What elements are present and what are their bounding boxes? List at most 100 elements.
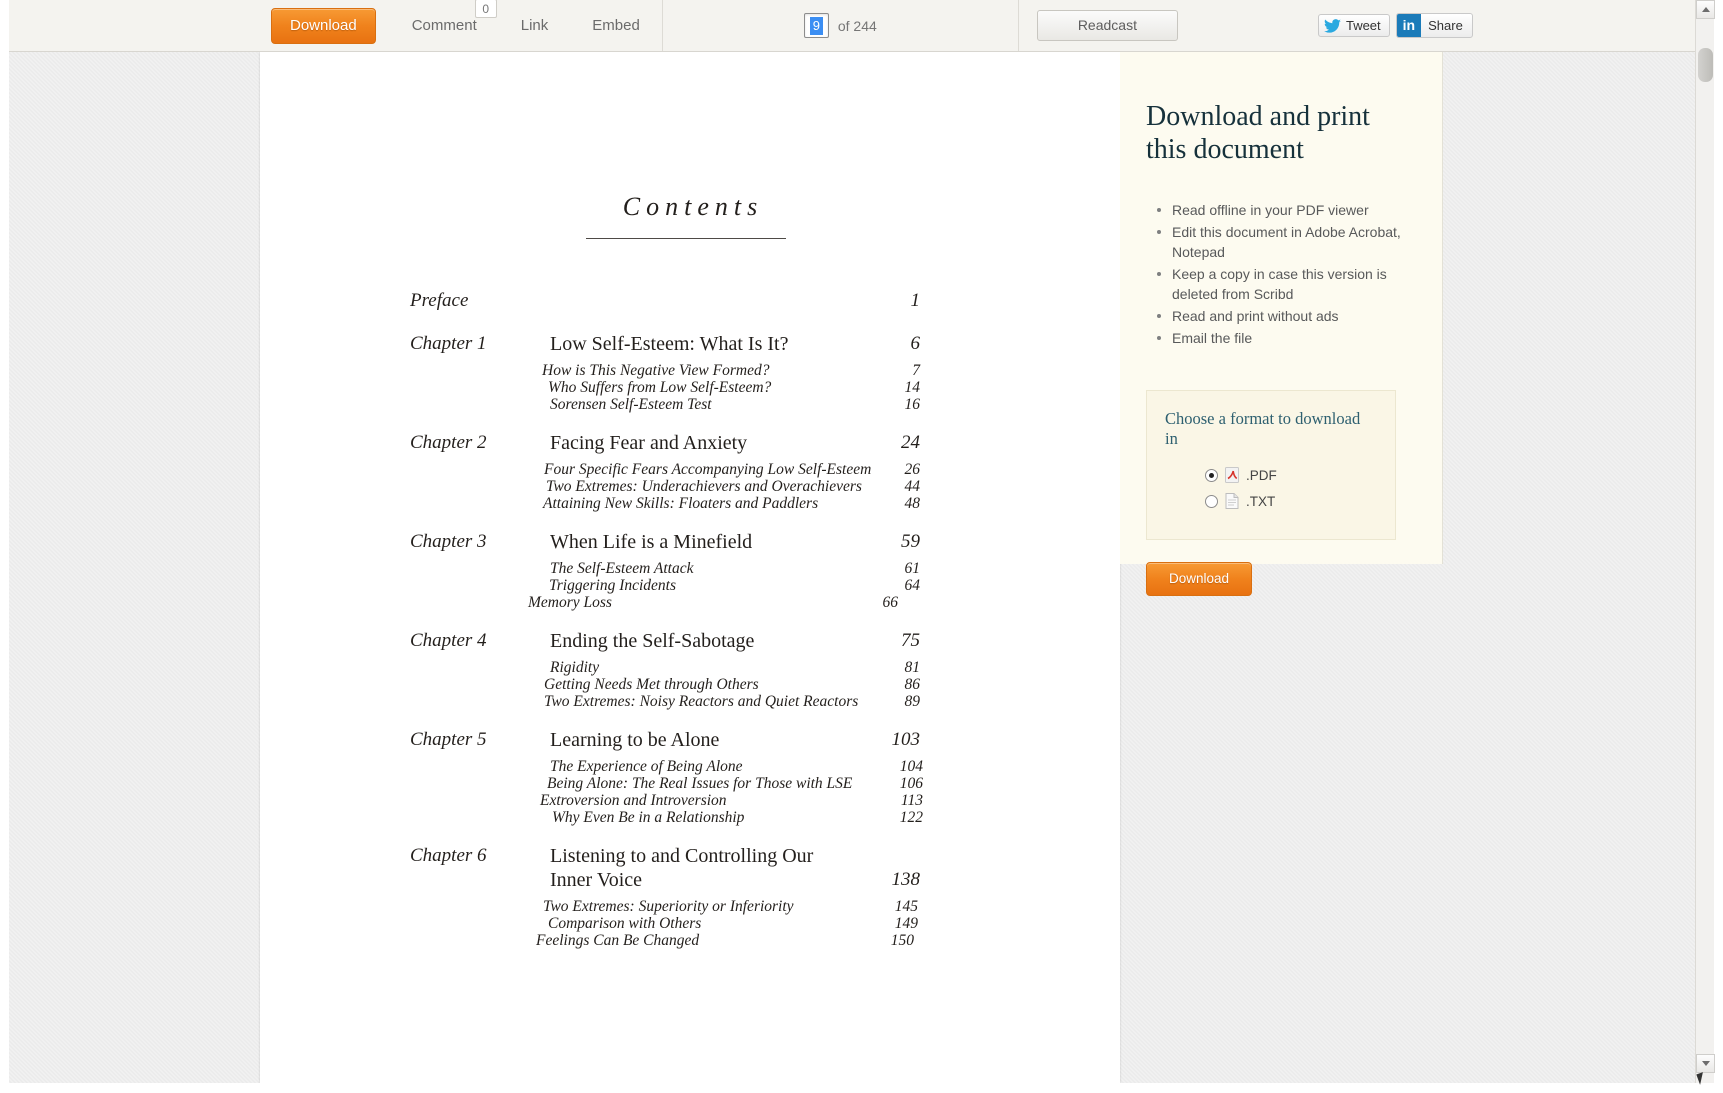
- toc-row: Two Extremes: Superiority or Inferiority…: [260, 898, 1120, 915]
- page-total-label: of 244: [837, 17, 877, 34]
- toc-section-title: Sorensen Self-Esteem Test: [550, 396, 712, 413]
- toc-chapter-title: Learning to be Alone: [550, 729, 720, 751]
- toc-row: Inner Voice 138: [260, 869, 1120, 893]
- scroll-down-button[interactable]: [1696, 1054, 1715, 1073]
- toc-chapter-label: Chapter 5: [410, 729, 487, 750]
- scrollbar-thumb[interactable]: [1698, 48, 1713, 82]
- toc-section-title: How is This Negative View Formed?: [542, 362, 770, 379]
- download-button-toolbar[interactable]: Download: [271, 7, 376, 44]
- toc-section-title: Being Alone: The Real Issues for Those w…: [547, 775, 853, 792]
- share-buttons: Tweet in Share: [1317, 13, 1473, 38]
- toc-row: Getting Needs Met through Others 86: [260, 676, 1120, 693]
- toc-chapter-page: 75: [901, 630, 920, 651]
- toc-chapter-title: Ending the Self-Sabotage: [550, 630, 755, 652]
- toc-section-page: 145: [894, 898, 918, 915]
- contents-heading: Contents: [260, 192, 1120, 222]
- toc-chapter-label: Chapter 4: [410, 630, 487, 651]
- toc-section-title: Memory Loss: [528, 594, 612, 611]
- toc-section-page: 104: [899, 758, 923, 775]
- page-navigation: 9 of 244: [663, 0, 1018, 51]
- pdf-file-icon: [1225, 467, 1239, 483]
- readcast-button[interactable]: Readcast: [1036, 10, 1178, 41]
- format-option-txt[interactable]: .TXT: [1205, 493, 1377, 509]
- toc-section-title: Comparison with Others: [548, 915, 702, 932]
- radio-button[interactable]: [1205, 468, 1218, 482]
- toc-section-page: 149: [894, 915, 918, 932]
- toc-chapter-label: Chapter 1: [410, 333, 487, 354]
- scroll-up-button[interactable]: [1696, 0, 1715, 19]
- toc-section-title: Why Even Be in a Relationship: [552, 809, 745, 826]
- browser-window: Download Comment 0 Link Embed 9 of 244 R…: [0, 0, 1723, 1093]
- toc-section-title: Two Extremes: Superiority or Inferiority: [543, 898, 794, 915]
- vertical-scrollbar[interactable]: [1695, 0, 1715, 1083]
- toc-section-page: 7: [912, 362, 920, 379]
- toc-section-page: 14: [904, 379, 921, 396]
- toc-row: Comparison with Others 149: [260, 915, 1120, 932]
- format-option-pdf[interactable]: .PDF: [1205, 467, 1377, 483]
- document-viewer[interactable]: Contents Preface 1 Chapter 1 Low Self-Estee…: [9, 52, 1695, 1083]
- linkedin-share-button[interactable]: in Share: [1395, 13, 1473, 38]
- window-bottom-margin: [0, 1083, 1723, 1093]
- toc-entry-label: Preface: [410, 290, 469, 311]
- toc-group-chapter-3: Chapter 3 When Life is a Minefield 59 The S…: [260, 531, 1120, 611]
- tweet-button[interactable]: Tweet: [1317, 14, 1390, 37]
- toc-group-preface: Preface 1: [260, 290, 1120, 314]
- chevron-down-icon: [1701, 1061, 1710, 1066]
- contents-heading-rule: [586, 238, 786, 239]
- toc-section-title: Four Specific Fears Accompanying Low Sel…: [544, 461, 872, 478]
- toc-chapter-title: Low Self-Esteem: What Is It?: [550, 333, 789, 355]
- download-benefit-item: Read and print without ads: [1156, 306, 1414, 326]
- toc-row: Four Specific Fears Accompanying Low Sel…: [260, 461, 1120, 478]
- download-panel-title: Download and print this document: [1146, 101, 1370, 165]
- toc-section-title: The Experience of Being Alone: [550, 758, 743, 775]
- toc-section-page: 48: [904, 495, 921, 512]
- toc-row: Chapter 1 Low Self-Esteem: What Is It? 6: [260, 333, 1120, 357]
- embed-button[interactable]: Embed: [570, 8, 662, 43]
- toc-section-title: Feelings Can Be Changed: [536, 932, 700, 949]
- toc-chapter-page: 103: [891, 729, 921, 750]
- comment-button[interactable]: Comment 0: [390, 0, 499, 43]
- document-page: Contents Preface 1 Chapter 1 Low Self-Estee…: [260, 52, 1120, 1083]
- format-chooser-heading: Choose a format to download in: [1165, 409, 1361, 448]
- page-number-value: 9: [809, 16, 823, 35]
- toc-chapter-title: Facing Fear and Anxiety: [550, 432, 748, 454]
- toc-row: How is This Negative View Formed? 7: [260, 362, 1120, 379]
- toc-group-chapter-1: Chapter 1 Low Self-Esteem: What Is It? 6 Ho…: [260, 333, 1120, 413]
- toc-chapter-page: 24: [901, 432, 920, 453]
- toc-chapter-label: Chapter 2: [410, 432, 487, 453]
- toc-section-page: 26: [904, 461, 921, 478]
- tweet-label: Tweet: [1345, 18, 1381, 33]
- format-option-label: .TXT: [1246, 493, 1276, 509]
- toc-chapter-label: Chapter 6: [410, 845, 487, 866]
- toc-section-title: Extroversion and Introversion: [540, 792, 727, 809]
- toc-section-title: Who Suffers from Low Self-Esteem?: [548, 379, 772, 396]
- toc-row: Rigidity 81: [260, 659, 1120, 676]
- download-benefits-list: Read offline in your PDF viewer Edit this…: [1156, 200, 1414, 348]
- page-content: Contents Preface 1 Chapter 1 Low Self-Estee…: [260, 52, 1120, 1083]
- toc-chapter-label: Chapter 3: [410, 531, 487, 552]
- toc-row: Sorensen Self-Esteem Test 16: [260, 396, 1120, 413]
- page-number-input[interactable]: 9: [803, 13, 829, 38]
- link-button[interactable]: Link: [499, 8, 571, 43]
- download-benefit-item: Email the file: [1156, 328, 1414, 348]
- document-toolbar: Download Comment 0 Link Embed 9 of 244 R…: [9, 0, 1695, 52]
- toc-row: Triggering Incidents 64: [260, 577, 1120, 594]
- toc-section-page: 44: [904, 478, 921, 495]
- toc-section-title: The Self-Esteem Attack: [550, 560, 694, 577]
- toc-chapter-page: 6: [910, 333, 921, 354]
- linkedin-share-label: Share: [1428, 17, 1463, 33]
- toc-section-title: Rigidity: [550, 659, 600, 676]
- toc-entry-page: 1: [910, 290, 921, 311]
- toc-chapter-page: 59: [901, 531, 920, 552]
- radio-button[interactable]: [1205, 494, 1218, 508]
- toc-group-chapter-6: Chapter 6 Listening to and Controlling Ou…: [260, 845, 1120, 949]
- download-benefit-item: Keep a copy in case this version is dele…: [1156, 264, 1414, 304]
- toc-row: Chapter 2 Facing Fear and Anxiety 24: [260, 432, 1120, 456]
- format-chooser: Choose a format to download in .PDF .TXT: [1146, 390, 1396, 540]
- toc-row: The Self-Esteem Attack 61: [260, 560, 1120, 577]
- format-options: .PDF .TXT: [1165, 467, 1377, 509]
- download-benefit-item: Read offline in your PDF viewer: [1156, 200, 1414, 220]
- download-button-panel[interactable]: Download: [1146, 562, 1253, 596]
- toc-group-chapter-4: Chapter 4 Ending the Self-Sabotage 75 Rigid…: [260, 630, 1120, 710]
- toc-section-page: 61: [904, 560, 921, 577]
